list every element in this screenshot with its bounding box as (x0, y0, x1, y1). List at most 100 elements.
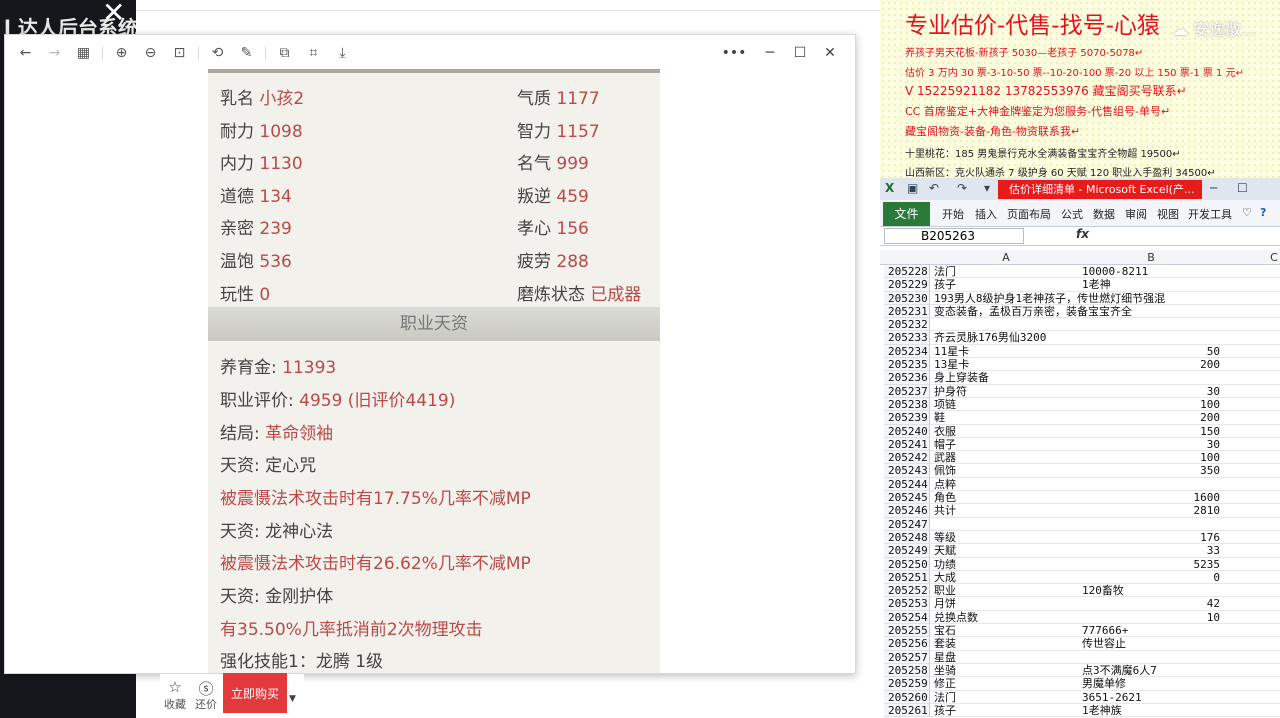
cell-a[interactable]: 星盘 (934, 651, 1078, 664)
row-number[interactable]: 205251 (884, 570, 930, 585)
rotate-icon[interactable]: ⟲ (203, 39, 232, 67)
row-number[interactable]: 205247 (884, 517, 930, 531)
fx-icon[interactable]: fx (1076, 227, 1089, 241)
column-header[interactable]: C (1268, 251, 1280, 264)
cell-a[interactable]: 佩饰 (934, 464, 1078, 477)
row-number[interactable]: 205246 (884, 504, 930, 518)
cell-a[interactable]: 天赋 (934, 544, 1078, 557)
minimize-button[interactable]: ─ (757, 43, 783, 63)
copy-icon[interactable]: ⧉ (270, 39, 299, 67)
cell-a[interactable]: 法门 (934, 265, 1078, 278)
chevron-down-icon[interactable]: ▼ (289, 694, 296, 704)
zoom-out-icon[interactable]: ⊖ (136, 39, 165, 67)
cell-b[interactable]: 150 (1082, 425, 1220, 438)
row-number[interactable]: 205231 (884, 304, 930, 319)
cell-a[interactable]: 项链 (934, 398, 1078, 411)
cell-b[interactable]: 100 (1082, 398, 1220, 411)
help-icon[interactable]: ? (1260, 206, 1266, 219)
row-number[interactable]: 205228 (884, 265, 930, 279)
cell-a[interactable]: 大成 (934, 571, 1078, 584)
forward-arrow-icon[interactable]: → (40, 39, 69, 67)
minimize-button[interactable]: ─ (1210, 181, 1217, 195)
cell-a[interactable]: 帽子 (934, 438, 1078, 451)
cell-b[interactable]: 10000-8211 (1082, 265, 1220, 278)
row-number[interactable]: 205235 (884, 358, 930, 372)
row-number[interactable]: 205254 (884, 610, 930, 625)
cell-b[interactable]: 33 (1082, 544, 1220, 557)
row-number[interactable]: 205243 (884, 464, 930, 478)
cell-b[interactable]: 777666+ (1082, 624, 1220, 637)
save-icon[interactable]: ▣ (907, 181, 918, 195)
bargain-button[interactable]: ⓢ 还价 (191, 678, 221, 712)
grid-icon[interactable]: ▦ (69, 39, 98, 67)
tab-view[interactable]: 视图 (1157, 206, 1179, 222)
edit-icon[interactable]: ✎ (232, 39, 261, 67)
close-button[interactable]: ✕ (817, 43, 843, 63)
row-number[interactable]: 205230 (884, 291, 930, 305)
cell-a[interactable]: 职业 (934, 584, 1078, 597)
fit-width-icon[interactable]: ⊡ (165, 39, 194, 67)
cell-b[interactable]: 0 (1082, 571, 1220, 584)
row-number[interactable]: 205257 (884, 650, 930, 664)
row-number[interactable]: 205229 (884, 278, 930, 292)
cell-b[interactable]: 1600 (1082, 491, 1221, 504)
zoom-in-icon[interactable]: ⊕ (107, 39, 136, 67)
cell-a[interactable]: 套装 (934, 637, 1078, 650)
cell-a[interactable]: 孩子 (934, 704, 1078, 717)
maximize-button[interactable]: ☐ (1237, 181, 1248, 195)
row-number[interactable]: 205255 (884, 624, 930, 638)
row-number[interactable]: 205236 (884, 371, 930, 385)
row-number[interactable]: 205259 (884, 677, 930, 691)
row-number[interactable]: 205237 (884, 384, 930, 398)
row-number[interactable]: 205241 (884, 437, 930, 452)
cell-a[interactable]: 身上穿装备 (934, 371, 1078, 384)
tab-home[interactable]: 开始 (942, 206, 964, 222)
close-icon[interactable]: ✕ (102, 0, 125, 29)
cell-b[interactable]: 点3不满魔6人7 (1082, 664, 1220, 677)
column-header[interactable]: A (934, 251, 1078, 264)
cell-a[interactable]: 角色 (934, 491, 1078, 504)
cell-a[interactable]: 功绩 (934, 558, 1078, 571)
cell-a[interactable]: 齐云灵脉176男仙3200 (934, 331, 1078, 344)
collect-button[interactable]: ☆ 收藏 (160, 678, 190, 712)
undo-icon[interactable]: ↶ (929, 181, 939, 195)
cell-b[interactable]: 3651-2621 (1082, 691, 1220, 704)
cell-a[interactable]: 坐骑 (934, 664, 1078, 677)
cell-a[interactable]: 兑换点数 (934, 611, 1078, 624)
back-arrow-icon[interactable]: ← (11, 39, 40, 67)
cell-b[interactable]: 176 (1082, 531, 1220, 544)
tab-page-layout[interactable]: 页面布局 (1007, 206, 1051, 222)
tab-data[interactable]: 数据 (1093, 206, 1115, 222)
cell-a[interactable]: 衣服 (934, 425, 1078, 438)
cell-a[interactable]: 月饼 (934, 597, 1078, 610)
cell-b[interactable]: 1老神 (1082, 278, 1220, 291)
tab-developer[interactable]: 开发工具 (1188, 206, 1232, 222)
cell-a[interactable]: 法门 (934, 691, 1078, 704)
tab-formulas[interactable]: 公式 (1061, 206, 1083, 222)
cell-a[interactable]: 宝石 (934, 624, 1078, 637)
cell-a[interactable]: 等级 (934, 531, 1078, 544)
cell-b[interactable]: 200 (1082, 411, 1220, 424)
cell-a[interactable]: 护身符 (934, 385, 1078, 398)
redo-icon[interactable]: ↷ (957, 181, 967, 195)
cell-b[interactable]: 200 (1082, 358, 1220, 371)
cell-b[interactable]: 5235 (1082, 558, 1221, 571)
row-number[interactable]: 205233 (884, 331, 930, 345)
row-number[interactable]: 205258 (884, 663, 930, 678)
cell-a[interactable]: 孩子 (934, 278, 1078, 291)
row-number[interactable]: 205244 (884, 477, 930, 492)
row-number[interactable]: 205249 (884, 544, 930, 558)
row-number[interactable]: 205248 (884, 530, 930, 545)
tab-review[interactable]: 审阅 (1125, 206, 1147, 222)
row-number[interactable]: 205256 (884, 637, 930, 651)
row-number[interactable]: 205232 (884, 318, 930, 332)
row-number[interactable]: 205261 (884, 703, 930, 718)
maximize-button[interactable]: ☐ (787, 43, 813, 63)
row-number[interactable]: 205260 (884, 690, 930, 704)
cell-a[interactable]: 13星卡 (934, 358, 1078, 371)
row-number[interactable]: 205234 (884, 344, 930, 359)
row-number[interactable]: 205239 (884, 411, 930, 425)
download-icon[interactable]: ⤓ (328, 39, 357, 67)
cell-b[interactable]: 30 (1082, 438, 1220, 451)
row-number[interactable]: 205252 (884, 584, 930, 598)
